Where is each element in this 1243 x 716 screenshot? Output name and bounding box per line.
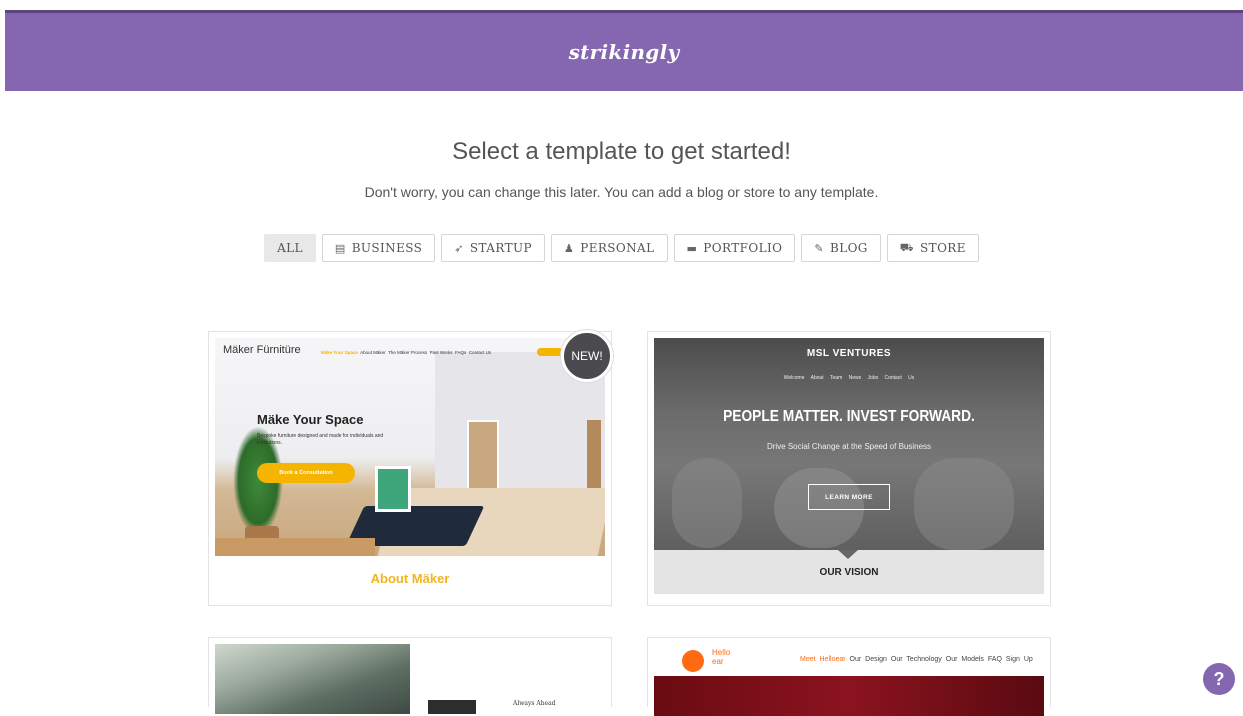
template-card-helloear[interactable]: Hello ear Meet Helloear Our Design Our T…	[647, 637, 1051, 716]
pen-icon: ✎	[814, 241, 824, 255]
msl-learn-more: LEARN MORE	[808, 484, 890, 510]
msl-brand: MSL VENTURES	[806, 348, 892, 359]
helloear-nav: Meet Helloear Our Design Our Technology …	[800, 656, 1033, 663]
filter-label: STORE	[920, 241, 966, 255]
filter-startup[interactable]: ➶ STARTUP	[441, 234, 545, 262]
filter-label: PORTFOLIO	[703, 241, 783, 255]
ear-icon	[682, 650, 704, 672]
filter-blog[interactable]: ✎ BLOG	[801, 234, 881, 262]
header-bar: strikingly	[5, 10, 1243, 91]
filter-label: ALL	[277, 241, 303, 255]
page-subtitle: Don't worry, you can change this later. …	[364, 184, 879, 200]
help-button[interactable]: ?	[1203, 663, 1235, 695]
category-filters: ALL ▤ BUSINESS ➶ STARTUP ♟ PERSONAL ▬ PO…	[0, 234, 1243, 262]
filter-label: BUSINESS	[351, 241, 423, 255]
template-preview: Mäker Fürnitüre Mäke Your Space About Mä…	[215, 338, 605, 556]
helloear-logo: Hello ear	[712, 648, 731, 666]
briefcase-icon: ▬	[686, 241, 698, 255]
filter-all[interactable]: ALL	[264, 234, 316, 262]
template-card-third[interactable]: Always Ahead	[208, 637, 612, 714]
rocket-icon: ➶	[454, 241, 464, 255]
template-card-maker[interactable]: Mäker Fürnitüre Mäke Your Space About Mä…	[208, 330, 613, 606]
filter-store[interactable]: ⛟ STORE	[886, 234, 979, 262]
helloear-hero-image	[654, 676, 1044, 716]
top-band	[0, 0, 1243, 10]
rock-image	[215, 644, 410, 714]
template-preview: MSL VENTURES Welcome About Team News Job…	[654, 338, 1044, 550]
msl-sub: Drive Social Change at the Speed of Busi…	[766, 442, 932, 451]
maker-hero-title: Mäke Your Space	[257, 412, 364, 427]
msl-nav: Welcome About Team News Jobs Contact Us	[783, 375, 915, 381]
page-title: Select a template to get started!	[452, 138, 791, 165]
msl-hero: PEOPLE MATTER. INVEST FORWARD.	[723, 408, 975, 425]
filter-label: STARTUP	[469, 241, 532, 255]
filter-label: BLOG	[829, 241, 868, 255]
new-badge: NEW!	[561, 330, 613, 382]
maker-nav: Mäke Your Space About Mäker The Mäker Pr…	[321, 350, 492, 355]
copy-icon: ▤	[334, 241, 346, 255]
down-arrow-icon	[838, 550, 858, 559]
maker-caption: About Mäker	[370, 570, 450, 586]
filter-business[interactable]: ▤ BUSINESS	[321, 234, 436, 262]
user-icon: ♟	[563, 241, 575, 255]
maker-hero-desc: Bespoke furniture designed and made for …	[257, 433, 384, 446]
always-ahead-text: Always Ahead	[513, 700, 556, 707]
filter-personal[interactable]: ♟ PERSONAL	[550, 234, 668, 262]
maker-logo: Mäker Fürnitüre	[223, 344, 301, 356]
template-card-msl[interactable]: MSL VENTURES Welcome About Team News Job…	[647, 331, 1051, 606]
filter-portfolio[interactable]: ▬ PORTFOLIO	[673, 234, 796, 262]
strikingly-logo[interactable]: strikingly	[569, 40, 680, 64]
filter-label: PERSONAL	[580, 241, 655, 255]
cart-icon: ⛟	[899, 240, 915, 254]
maker-cta: Book a Consultation	[257, 463, 355, 483]
